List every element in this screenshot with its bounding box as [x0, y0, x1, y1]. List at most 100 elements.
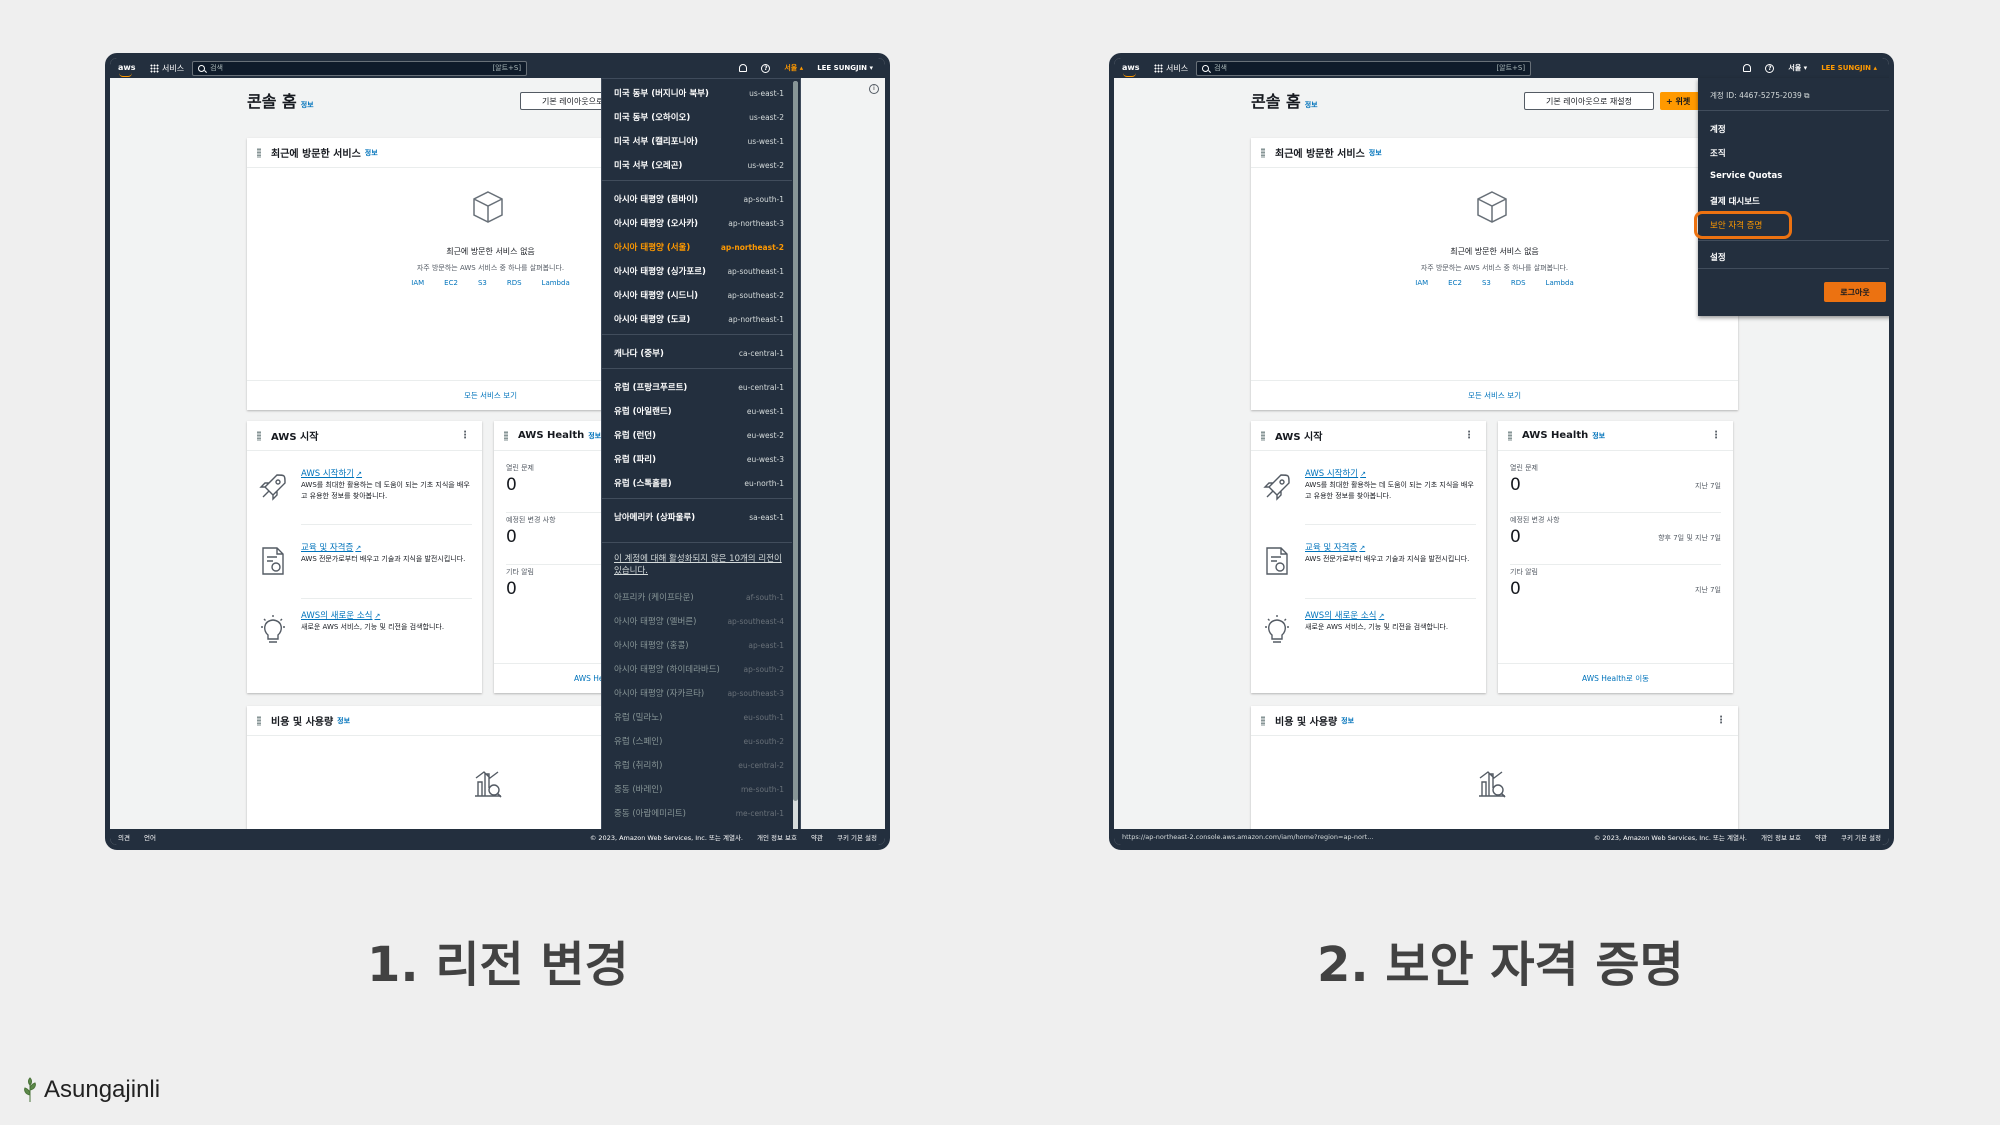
add-widget-button[interactable]: + 위젯 [1660, 92, 1700, 110]
services-menu[interactable]: 서비스 [150, 63, 184, 74]
region-item[interactable]: 아시아 태평양 (싱가포르) ap-southeast-1 [614, 261, 784, 281]
account-menu-button[interactable]: LEE SUNGJIN ▴ [1821, 64, 1877, 72]
drag-handle-icon[interactable] [257, 147, 261, 158]
link-ec2[interactable]: EC2 [444, 279, 458, 287]
help-icon[interactable]: ? [761, 63, 771, 73]
terms-link[interactable]: 약관 [1815, 832, 1827, 842]
info-link[interactable]: 정보 [1305, 101, 1318, 109]
privacy-link[interactable]: 개인 정보 보호 [1761, 832, 1801, 842]
link-rds[interactable]: RDS [507, 279, 522, 287]
start-item-getting-started: AWS 시작하기 ↗ AWS를 최대한 활용하는 데 도움이 되는 기초 지식을 … [1261, 467, 1476, 525]
terms-link[interactable]: 약관 [811, 832, 823, 842]
region-item[interactable]: 미국 동부 (오하이오) us-east-2 [614, 107, 784, 127]
drag-handle-icon[interactable] [257, 715, 261, 726]
privacy-link[interactable]: 개인 정보 보호 [757, 832, 797, 842]
getting-started-link[interactable]: AWS 시작하기 ↗ [301, 467, 362, 479]
info-link[interactable]: 정보 [1592, 431, 1605, 441]
drag-handle-icon[interactable] [257, 430, 261, 441]
reset-layout-button[interactable]: 기본 레이아웃으로 재설정 [1524, 92, 1654, 110]
drag-handle-icon[interactable] [1261, 430, 1265, 441]
account-id: 계정 ID: 4467-5275-2039 ⧉ [1710, 91, 1810, 100]
bell-icon[interactable] [1743, 64, 1752, 72]
disabled-regions-note[interactable]: 이 계정에 대해 활성화되지 않은 10개의 리전이 있습니다. [614, 553, 784, 577]
external-link-icon: ↗ [355, 544, 362, 552]
region-item[interactable]: 미국 서부 (캘리포니아) us-west-1 [614, 131, 784, 151]
services-menu[interactable]: 서비스 [1154, 63, 1188, 74]
info-link[interactable]: 정보 [337, 716, 350, 726]
drag-handle-icon[interactable] [1261, 147, 1265, 158]
empty-state-subtitle: 자주 방문하는 AWS 서비스 중 하나를 살펴봅니다. [1420, 264, 1569, 272]
region-selector[interactable]: 서울 ▴ [784, 63, 803, 73]
region-item-disabled: 유럽 (스페인) eu-south-2 [614, 736, 784, 748]
region-item[interactable]: 유럽 (아일랜드) eu-west-1 [614, 401, 784, 421]
account-menu-billing[interactable]: 결제 대시보드 [1710, 195, 1760, 207]
account-menu-organization[interactable]: 조직 [1710, 147, 1726, 159]
drag-handle-icon[interactable] [504, 430, 508, 441]
link-iam[interactable]: IAM [1415, 279, 1428, 287]
link-s3[interactable]: S3 [1482, 279, 1491, 287]
training-link[interactable]: 교육 및 자격증 ↗ [1305, 541, 1365, 553]
whats-new-link[interactable]: AWS의 새로운 소식 ↗ [301, 609, 380, 621]
drag-handle-icon[interactable] [1508, 430, 1512, 441]
region-item[interactable]: 유럽 (런던) eu-west-2 [614, 425, 784, 445]
help-icon[interactable]: ? [1765, 63, 1775, 73]
region-item[interactable]: 미국 동부 (버지니아 북부) us-east-1 [614, 83, 784, 103]
region-selector[interactable]: 서울 ▾ [1788, 63, 1807, 73]
link-rds[interactable]: RDS [1511, 279, 1526, 287]
link-lambda[interactable]: Lambda [542, 279, 570, 287]
drag-handle-icon[interactable] [1261, 715, 1265, 726]
cookie-link[interactable]: 쿠키 기본 설정 [1841, 832, 1881, 842]
region-item[interactable]: 아시아 태평양 (도쿄) ap-northeast-1 [614, 309, 784, 329]
info-link[interactable]: 정보 [365, 148, 378, 158]
whats-new-link[interactable]: AWS의 새로운 소식 ↗ [1305, 609, 1384, 621]
region-item[interactable]: 아시아 태평양 (시드니) ap-southeast-2 [614, 285, 784, 305]
account-menu-settings[interactable]: 설정 [1710, 251, 1726, 263]
region-item[interactable]: 유럽 (스톡홀름) eu-north-1 [614, 473, 784, 493]
cost-chart-icon [475, 771, 502, 798]
search-input[interactable]: 검색 [알트+S] [1196, 60, 1532, 76]
bell-icon[interactable] [739, 64, 748, 72]
region-item[interactable]: 남아메리카 (상파울루) sa-east-1 [614, 507, 784, 527]
more-options-icon[interactable]: ⋮ [1464, 430, 1474, 441]
region-item[interactable]: 유럽 (파리) eu-west-3 [614, 449, 784, 469]
account-menu-account[interactable]: 계정 [1710, 123, 1726, 135]
info-link[interactable]: 정보 [301, 101, 314, 109]
info-circle-icon[interactable]: i [869, 84, 879, 94]
health-link[interactable]: AWS Health로 이동 [1498, 663, 1733, 693]
language-link[interactable]: 언어 [144, 832, 156, 842]
info-link[interactable]: 정보 [1369, 148, 1382, 158]
info-link[interactable]: 정보 [588, 431, 601, 441]
link-lambda[interactable]: Lambda [1546, 279, 1574, 287]
region-item-selected[interactable]: 아시아 태평양 (서울) ap-northeast-2 [614, 237, 784, 257]
aws-logo[interactable]: aws [118, 64, 140, 77]
lightbulb-icon [1265, 615, 1289, 643]
start-item-training: 교육 및 자격증 ↗ AWS 전문가로부터 배우고 기술과 지식을 발전시킵니다. [1261, 541, 1476, 599]
info-link[interactable]: 정보 [1341, 716, 1354, 726]
more-options-icon[interactable]: ⋮ [1711, 430, 1721, 441]
region-scrollbar[interactable] [793, 81, 798, 841]
training-link[interactable]: 교육 및 자격증 ↗ [301, 541, 361, 553]
copy-icon[interactable]: ⧉ [1804, 91, 1809, 100]
link-iam[interactable]: IAM [411, 279, 424, 287]
region-item[interactable]: 미국 서부 (오레곤) us-west-2 [614, 155, 784, 175]
region-item[interactable]: 캐나다 (중부) ca-central-1 [614, 343, 784, 363]
health-other-notifications: 기타 알림 0 지난 7일 [1510, 568, 1721, 599]
more-options-icon[interactable]: ⋮ [1716, 715, 1726, 726]
account-menu-button[interactable]: LEE SUNGJIN ▾ [817, 64, 873, 72]
region-item[interactable]: 아시아 태평양 (뭄바이) ap-south-1 [614, 189, 784, 209]
link-ec2[interactable]: EC2 [1448, 279, 1462, 287]
more-options-icon[interactable]: ⋮ [460, 430, 470, 441]
aws-logo[interactable]: aws [1122, 64, 1144, 77]
cookie-link[interactable]: 쿠키 기본 설정 [837, 832, 877, 842]
region-item[interactable]: 아시아 태평양 (오사카) ap-northeast-3 [614, 213, 784, 233]
link-s3[interactable]: S3 [478, 279, 487, 287]
view-all-services-link[interactable]: 모든 서비스 보기 [1251, 380, 1738, 410]
search-input[interactable]: 검색 [알트+S] [192, 60, 528, 76]
getting-started-link[interactable]: AWS 시작하기 ↗ [1305, 467, 1366, 479]
region-item[interactable]: 유럽 (프랑크푸르트) eu-central-1 [614, 377, 784, 397]
logout-button[interactable]: 로그아웃 [1824, 282, 1886, 302]
account-menu-service-quotas[interactable]: Service Quotas [1710, 171, 1782, 181]
region-item-disabled: 아시아 태평양 (자카르타) ap-southeast-3 [614, 688, 784, 700]
region-item-disabled: 유럽 (밀라노) eu-south-1 [614, 712, 784, 724]
feedback-link[interactable]: 의견 [118, 832, 130, 842]
